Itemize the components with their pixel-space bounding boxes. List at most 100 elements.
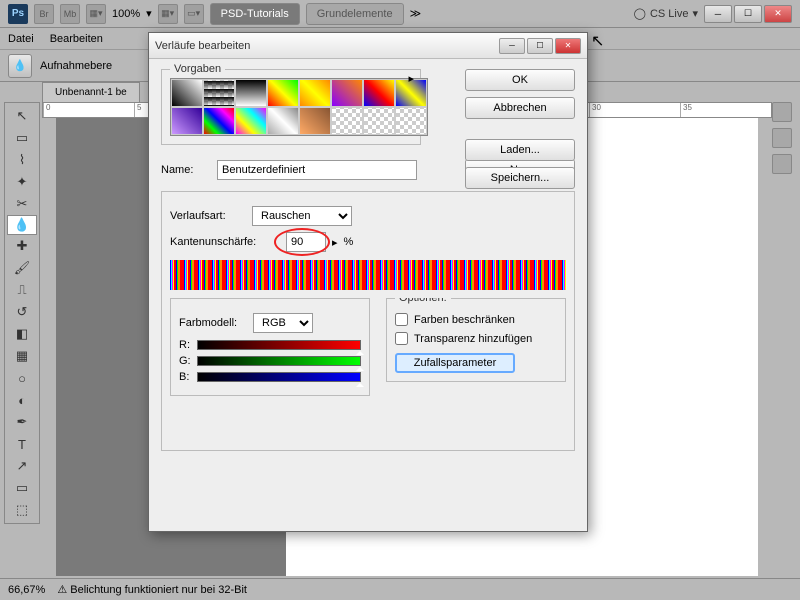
- name-input[interactable]: [217, 160, 417, 180]
- colormodel-select[interactable]: RGB: [253, 313, 313, 333]
- gradient-editor-dialog: Verläufe bearbeiten ─ ☐ ✕ OK Abbrechen L…: [148, 32, 588, 532]
- status-zoom[interactable]: 66,67%: [8, 584, 45, 596]
- cancel-button[interactable]: Abbrechen: [465, 97, 575, 119]
- ok-button[interactable]: OK: [465, 69, 575, 91]
- dialog-minimize-icon[interactable]: ─: [499, 38, 525, 54]
- roughness-stepper-icon[interactable]: ▸: [332, 236, 338, 249]
- gradient-tool[interactable]: ▦: [7, 345, 37, 367]
- move-tool[interactable]: ↖: [7, 105, 37, 127]
- minimize-icon[interactable]: ─: [704, 5, 732, 23]
- add-transparency-label: Transparenz hinzufügen: [414, 333, 532, 345]
- g-slider[interactable]: [197, 356, 361, 366]
- preset-swatch[interactable]: [395, 107, 427, 135]
- name-label: Name:: [161, 164, 211, 176]
- b-slider[interactable]: [197, 372, 361, 382]
- save-button[interactable]: Speichern...: [465, 167, 575, 189]
- doc-icon[interactable]: ▭▾: [184, 4, 204, 24]
- roughness-input[interactable]: [286, 232, 326, 252]
- pen-tool[interactable]: ✒: [7, 411, 37, 433]
- document-tab[interactable]: Unbenannt-1 be: [42, 82, 140, 102]
- restrict-colors-label: Farben beschränken: [414, 314, 515, 326]
- minibridge-icon[interactable]: Mb: [60, 4, 80, 24]
- presets-label: Vorgaben: [170, 63, 225, 75]
- dialog-title: Verläufe bearbeiten: [155, 40, 497, 52]
- r-label: R:: [179, 339, 193, 351]
- randomize-button[interactable]: Zufallsparameter: [395, 353, 515, 373]
- zoom-level[interactable]: 100%: [112, 8, 140, 20]
- type-tool[interactable]: T: [7, 433, 37, 455]
- restrict-colors-checkbox[interactable]: [395, 313, 408, 326]
- panel-icon-1[interactable]: [772, 102, 792, 122]
- statusbar: 66,67% ⚠ Belichtung funktioniert nur bei…: [0, 578, 800, 600]
- status-message: ⚠ Belichtung funktioniert nur bei 32-Bit: [57, 583, 247, 596]
- wand-tool[interactable]: ✦: [7, 171, 37, 193]
- 3d-tool[interactable]: ⬚: [7, 499, 37, 521]
- panel-icon-2[interactable]: [772, 128, 792, 148]
- marquee-tool[interactable]: ▭: [7, 127, 37, 149]
- preset-swatch[interactable]: [203, 107, 235, 135]
- blur-tool[interactable]: ○: [7, 367, 37, 389]
- r-slider[interactable]: [197, 340, 361, 350]
- colormodel-label: Farbmodell:: [179, 317, 247, 329]
- close-icon[interactable]: ✕: [764, 5, 792, 23]
- preset-swatch[interactable]: [331, 79, 363, 107]
- preset-swatch[interactable]: [171, 79, 203, 107]
- preset-swatch[interactable]: [171, 107, 203, 135]
- right-panels: [772, 102, 796, 174]
- dodge-tool[interactable]: ◐: [7, 389, 37, 411]
- type-label: Verlaufsart:: [170, 210, 246, 222]
- crop-tool[interactable]: ✂: [7, 193, 37, 215]
- options-label: Optionen:: [395, 298, 451, 304]
- preset-swatch[interactable]: [235, 107, 267, 135]
- more-icon[interactable]: ≫: [410, 7, 422, 20]
- b-label: B:: [179, 371, 193, 383]
- layout-icon[interactable]: ▦▾: [86, 4, 106, 24]
- load-button[interactable]: Laden...: [465, 139, 575, 161]
- lasso-tool[interactable]: ⌇: [7, 149, 37, 171]
- psd-tutorials-button[interactable]: PSD-Tutorials: [210, 3, 300, 25]
- preset-grid: [170, 78, 428, 136]
- eyedropper-tool[interactable]: 💧: [7, 215, 37, 235]
- preset-swatch[interactable]: [299, 107, 331, 135]
- preset-swatch[interactable]: [331, 107, 363, 135]
- brush-tool[interactable]: 🖌: [7, 257, 37, 279]
- preset-swatch[interactable]: [267, 79, 299, 107]
- preset-swatch[interactable]: [299, 79, 331, 107]
- presets-menu-icon[interactable]: ▸: [408, 72, 414, 85]
- panel-icon-3[interactable]: [772, 154, 792, 174]
- eraser-tool[interactable]: ◧: [7, 323, 37, 345]
- options-fieldset: Optionen: Farben beschränken Transparenz…: [386, 298, 566, 382]
- dialog-close-icon[interactable]: ✕: [555, 38, 581, 54]
- shape-tool[interactable]: ▭: [7, 477, 37, 499]
- presets-fieldset: Vorgaben ▸: [161, 69, 421, 145]
- bridge-icon[interactable]: Br: [34, 4, 54, 24]
- ps-logo: Ps: [8, 4, 28, 24]
- menu-bearbeiten[interactable]: Bearbeiten: [50, 33, 103, 45]
- preset-swatch[interactable]: [363, 107, 395, 135]
- dialog-maximize-icon[interactable]: ☐: [527, 38, 553, 54]
- app-toolbar: Ps Br Mb ▦▾ 100%▾ ▦▾ ▭▾ PSD-Tutorials Gr…: [0, 0, 800, 28]
- roughness-unit: %: [344, 236, 354, 248]
- menu-datei[interactable]: Datei: [8, 33, 34, 45]
- preset-swatch[interactable]: [203, 79, 235, 107]
- maximize-icon[interactable]: ☐: [734, 5, 762, 23]
- path-tool[interactable]: ↗: [7, 455, 37, 477]
- cslive-button[interactable]: ◯CS Live▾: [634, 7, 698, 20]
- preset-swatch[interactable]: [267, 107, 299, 135]
- add-transparency-checkbox[interactable]: [395, 332, 408, 345]
- roughness-label: Kantenunschärfe:: [170, 236, 280, 248]
- grid-icon[interactable]: ▦▾: [158, 4, 178, 24]
- colormodel-fieldset: Farbmodell: RGB R: G: B:: [170, 298, 370, 396]
- gradient-preview[interactable]: [170, 260, 566, 290]
- preset-swatch[interactable]: [235, 79, 267, 107]
- preset-swatch[interactable]: [363, 79, 395, 107]
- eyedropper-tool-icon[interactable]: 💧: [8, 54, 32, 78]
- stamp-tool[interactable]: ⎍: [7, 279, 37, 301]
- history-brush-tool[interactable]: ↺: [7, 301, 37, 323]
- heal-tool[interactable]: ✚: [7, 235, 37, 257]
- toolbox: ↖ ▭ ⌇ ✦ ✂ 💧 ✚ 🖌 ⎍ ↺ ◧ ▦ ○ ◐ ✒ T ↗ ▭ ⬚: [4, 102, 40, 524]
- gradient-settings-fieldset: Verlaufsart: Rauschen Kantenunschärfe: ▸…: [161, 191, 575, 451]
- dialog-titlebar[interactable]: Verläufe bearbeiten ─ ☐ ✕: [149, 33, 587, 59]
- type-select[interactable]: Rauschen: [252, 206, 352, 226]
- grundelemente-button[interactable]: Grundelemente: [306, 3, 404, 25]
